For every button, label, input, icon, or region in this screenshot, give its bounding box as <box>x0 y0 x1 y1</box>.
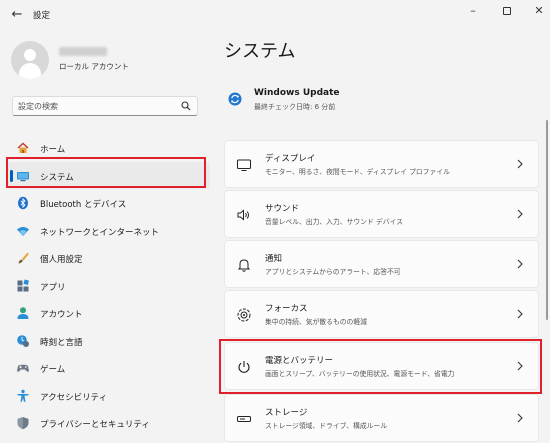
settings-card-sound[interactable]: サウンド 音量レベル、出力、入力、サウンド デバイス <box>224 190 539 238</box>
sidebar-item-privacy-security[interactable]: プライバシーとセキュリティ <box>8 409 210 437</box>
maximize-icon <box>503 7 511 15</box>
card-title: 電源とバッテリー <box>265 356 334 366</box>
sidebar-item-label: Bluetooth とデバイス <box>40 200 127 210</box>
accessibility-icon <box>17 389 29 402</box>
sidebar-item-network[interactable]: ネットワークとインターネット <box>8 217 210 245</box>
sidebar-item-label: アプリ <box>40 282 66 293</box>
windows-update-status: 最終チェック日時: 6 分前 <box>254 103 336 111</box>
settings-card-display[interactable]: ディスプレイ モニター、明るさ、夜間モード、ディスプレイ プロファイル <box>224 140 539 188</box>
sidebar-item-personalization[interactable]: 個人用設定 <box>8 244 210 272</box>
avatar[interactable] <box>11 41 49 79</box>
chevron-right-icon <box>517 413 523 423</box>
gamepad-icon <box>17 364 29 372</box>
title-bar: ← 設定 – ✕ <box>0 0 550 30</box>
display-icon <box>237 159 251 171</box>
sidebar-nav: ホーム システム Bluetooth とデバイス ネットワークとインターネット … <box>8 134 210 437</box>
card-subtitle: ストレージ領域、ドライブ、構成ルール <box>265 422 388 430</box>
sidebar-item-apps[interactable]: アプリ <box>8 272 210 300</box>
sidebar-item-label: ネットワークとインターネット <box>40 227 160 238</box>
bell-icon <box>237 259 251 272</box>
card-subtitle: 画面とスリープ、バッテリーの使用状況、電源モード、省電力 <box>265 370 455 378</box>
card-subtitle: アプリとシステムからのアラート、応答不可 <box>265 268 401 276</box>
sidebar-item-label: ゲーム <box>40 365 66 375</box>
card-subtitle: モニター、明るさ、夜間モード、ディスプレイ プロファイル <box>265 168 450 176</box>
home-icon <box>17 142 29 153</box>
wifi-icon <box>17 226 29 236</box>
sidebar-item-accessibility[interactable]: アクセシビリティ <box>8 382 210 410</box>
sidebar-item-time-language[interactable]: 時刻と言語 <box>8 327 210 355</box>
sidebar-item-accounts[interactable]: アカウント <box>8 299 210 327</box>
chevron-right-icon <box>517 159 523 169</box>
app-title: 設定 <box>33 11 51 21</box>
person-icon <box>17 307 29 319</box>
sidebar-item-home[interactable]: ホーム <box>8 134 210 162</box>
settings-card-power-battery[interactable]: 電源とバッテリー 画面とスリープ、バッテリーの使用状況、電源モード、省電力 <box>224 342 539 390</box>
windows-update-title[interactable]: Windows Update <box>254 88 340 98</box>
card-subtitle: 音量レベル、出力、入力、サウンド デバイス <box>265 218 403 226</box>
sidebar-item-bluetooth[interactable]: Bluetooth とデバイス <box>8 189 210 217</box>
card-title: 通知 <box>265 254 283 264</box>
search-icon[interactable] <box>181 101 191 111</box>
windows-update-icon[interactable] <box>228 92 242 106</box>
sidebar-item-label: アクセシビリティ <box>40 392 108 403</box>
minimize-button[interactable]: – <box>462 2 484 20</box>
chevron-right-icon <box>517 309 523 319</box>
settings-card-storage[interactable]: ストレージ ストレージ領域、ドライブ、構成ルール <box>224 394 539 442</box>
close-button[interactable]: ✕ <box>528 2 550 20</box>
power-icon <box>238 361 250 373</box>
card-title: サウンド <box>265 204 300 214</box>
page-title: システム <box>224 41 296 62</box>
speaker-icon <box>237 209 249 221</box>
chevron-right-icon <box>517 209 523 219</box>
avatar-body-icon <box>19 63 41 79</box>
settings-card-notifications[interactable]: 通知 アプリとシステムからのアラート、応答不可 <box>224 240 539 288</box>
storage-icon <box>237 416 251 422</box>
card-title: ディスプレイ <box>265 154 316 164</box>
focus-icon <box>237 308 251 322</box>
search-box[interactable] <box>12 96 198 116</box>
chevron-right-icon <box>517 361 523 371</box>
sidebar-item-label: 時刻と言語 <box>40 337 83 348</box>
settings-card-focus[interactable]: フォーカス 集中の持続、気が散るものの軽減 <box>224 290 539 338</box>
card-title: フォーカス <box>265 304 308 314</box>
search-input[interactable] <box>18 100 178 113</box>
account-type: ローカル アカウント <box>59 62 129 71</box>
chevron-right-icon <box>517 259 523 269</box>
monitor-icon <box>17 171 29 181</box>
sidebar-item-gaming[interactable]: ゲーム <box>8 354 210 382</box>
paintbrush-icon <box>18 252 29 264</box>
maximize-button[interactable] <box>496 2 518 20</box>
sidebar-item-label: ホーム <box>40 145 66 155</box>
user-name-blurred <box>59 47 107 56</box>
sidebar-item-system[interactable]: システム <box>8 161 210 189</box>
scrollbar[interactable] <box>546 120 548 320</box>
sidebar-item-label: プライバシーとセキュリティ <box>40 420 150 430</box>
back-arrow-icon[interactable]: ← <box>8 6 26 24</box>
bluetooth-icon <box>18 196 28 210</box>
apps-icon <box>17 279 29 291</box>
shield-icon <box>17 417 29 430</box>
sidebar-item-label: 個人用設定 <box>40 255 83 265</box>
sidebar-item-label: アカウント <box>40 310 83 320</box>
sidebar-item-label: システム <box>40 172 74 183</box>
card-subtitle: 集中の持続、気が散るものの軽減 <box>265 318 367 326</box>
card-title: ストレージ <box>265 408 308 418</box>
avatar-head-icon <box>24 49 36 61</box>
clock-globe-icon <box>17 334 29 347</box>
